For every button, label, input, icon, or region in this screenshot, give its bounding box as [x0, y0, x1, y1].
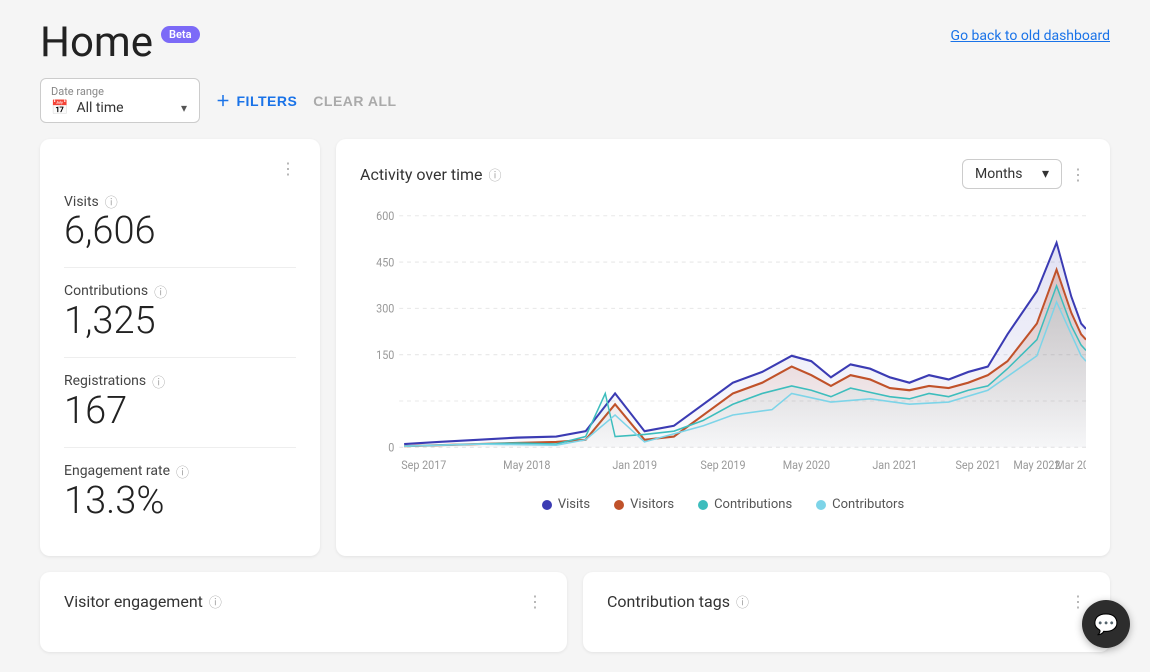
legend-contributions-dot [698, 500, 708, 510]
contribution-tags-menu[interactable]: ⋮ [1070, 592, 1086, 611]
visits-value: 6,606 [64, 211, 296, 253]
legend-contributions-label: Contributions [714, 497, 792, 512]
svg-text:450: 450 [376, 255, 394, 270]
months-chevron-icon: ▾ [1042, 166, 1049, 182]
filters-label: FILTERS [237, 93, 298, 109]
visitor-engagement-title: Visitor engagement [64, 592, 203, 611]
contributions-stat: Contributions ⓘ 1,325 [64, 268, 296, 358]
svg-text:150: 150 [376, 348, 394, 363]
svg-text:0: 0 [388, 440, 394, 455]
chart-title: Activity over time [360, 165, 483, 184]
page-title: Home [40, 20, 153, 66]
svg-text:300: 300 [376, 301, 394, 316]
registrations-value: 167 [64, 391, 296, 433]
chart-area: 600 450 300 150 0 [360, 205, 1086, 485]
svg-text:Sep 2019: Sep 2019 [700, 458, 745, 473]
date-range-select[interactable]: Date range 📅 All time ▾ [40, 78, 200, 123]
visitor-engagement-info-icon[interactable]: ⓘ [209, 592, 222, 611]
filters-button[interactable]: ＋ FILTERS [216, 91, 297, 111]
date-range-label: Date range [51, 85, 187, 98]
engagement-stat: Engagement rate ⓘ 13.3% [64, 448, 296, 537]
activity-chart-card: Activity over time ⓘ Months ▾ ⋮ [336, 139, 1110, 556]
chat-bubble-button[interactable]: 💬 [1082, 600, 1130, 648]
stats-card-menu[interactable]: ⋮ [280, 159, 296, 178]
contributions-info-icon[interactable]: ⓘ [154, 282, 167, 301]
contribution-tags-info-icon[interactable]: ⓘ [736, 592, 749, 611]
legend-visitors-label: Visitors [630, 497, 674, 512]
chart-info-icon[interactable]: ⓘ [489, 165, 502, 184]
legend-visitors-dot [614, 500, 624, 510]
go-back-link[interactable]: Go back to old dashboard [951, 20, 1110, 44]
chart-card-menu[interactable]: ⋮ [1070, 165, 1086, 184]
clear-all-button[interactable]: CLEAR ALL [313, 93, 396, 109]
svg-text:May 2018: May 2018 [503, 458, 550, 473]
chart-legend: Visits Visitors Contributions Contributo… [360, 497, 1086, 512]
visitor-engagement-menu[interactable]: ⋮ [527, 592, 543, 611]
calendar-icon: 📅 [51, 100, 68, 116]
beta-badge: Beta [161, 26, 200, 43]
legend-visits: Visits [542, 497, 590, 512]
chart-svg: 600 450 300 150 0 [360, 205, 1086, 485]
legend-contributors-label: Contributors [832, 497, 904, 512]
engagement-info-icon[interactable]: ⓘ [176, 462, 189, 481]
registrations-label: Registrations [64, 373, 146, 389]
svg-text:600: 600 [376, 209, 394, 224]
legend-visitors: Visitors [614, 497, 674, 512]
legend-visits-dot [542, 500, 552, 510]
contributions-value: 1,325 [64, 301, 296, 343]
months-select[interactable]: Months ▾ [962, 159, 1062, 189]
contributions-label: Contributions [64, 283, 148, 299]
months-label: Months [975, 166, 1022, 182]
registrations-stat: Registrations ⓘ 167 [64, 358, 296, 448]
svg-text:Jan 2019: Jan 2019 [612, 458, 657, 473]
contribution-tags-card: Contribution tags ⓘ ⋮ [583, 572, 1110, 652]
svg-text:Sep 2017: Sep 2017 [401, 458, 446, 473]
svg-text:Jan 2021: Jan 2021 [872, 458, 917, 473]
chat-icon: 💬 [1094, 612, 1119, 636]
engagement-label: Engagement rate [64, 463, 170, 479]
legend-contributors: Contributors [816, 497, 904, 512]
legend-contributions: Contributions [698, 497, 792, 512]
contribution-tags-title: Contribution tags [607, 592, 730, 611]
legend-visits-label: Visits [558, 497, 590, 512]
plus-icon: ＋ [216, 91, 231, 111]
svg-text:Sep 2021: Sep 2021 [956, 458, 1001, 473]
legend-contributors-dot [816, 500, 826, 510]
engagement-value: 13.3% [64, 481, 296, 523]
visits-stat: Visits ⓘ 6,606 [64, 178, 296, 268]
svg-text:May 2020: May 2020 [783, 458, 830, 473]
svg-text:May 2022: May 2022 [1013, 458, 1060, 473]
visits-label: Visits [64, 194, 99, 210]
date-range-value: All time [76, 100, 123, 116]
svg-text:Mar 2023: Mar 2023 [1055, 458, 1086, 473]
stats-card: ⋮ Visits ⓘ 6,606 Contributions ⓘ 1,325 R… [40, 139, 320, 556]
registrations-info-icon[interactable]: ⓘ [152, 372, 165, 391]
chevron-down-icon: ▾ [181, 101, 187, 115]
visitor-engagement-card: Visitor engagement ⓘ ⋮ [40, 572, 567, 652]
